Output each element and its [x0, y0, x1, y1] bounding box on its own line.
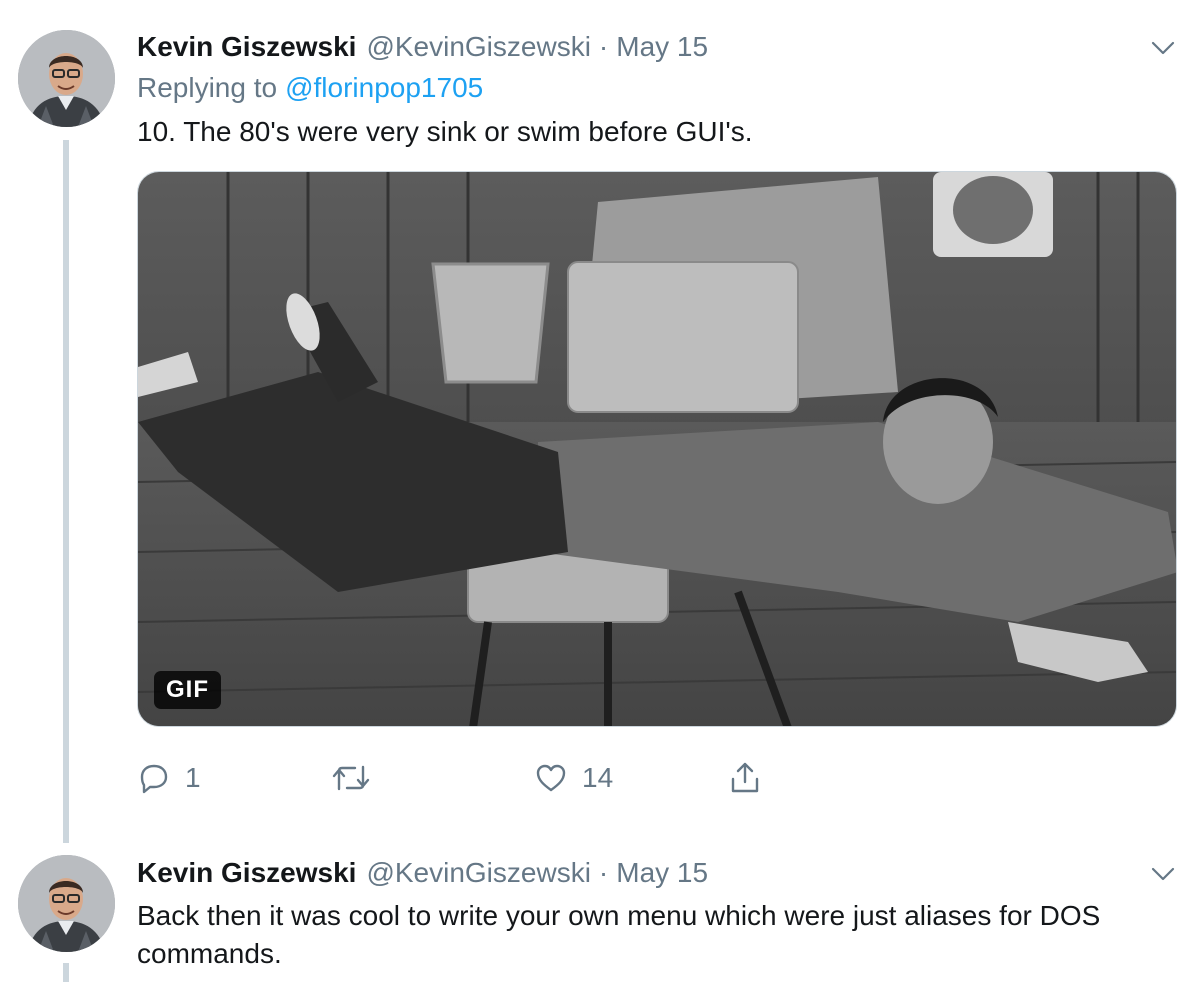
separator-dot: · — [598, 857, 609, 888]
author-handle[interactable]: @KevinGiszewski — [366, 31, 590, 63]
reply-icon — [137, 761, 171, 795]
replying-to: Replying to @florinpop1705 — [137, 72, 483, 104]
gif-badge: GIF — [154, 671, 221, 709]
tweet-date[interactable]: May 15 — [616, 857, 708, 889]
chevron-down-icon[interactable] — [1150, 38, 1176, 58]
author-name[interactable]: Kevin Giszewski — [137, 857, 356, 889]
chevron-down-icon[interactable] — [1150, 864, 1176, 884]
tweet-text: Back then it was cool to write your own … — [137, 900, 1101, 969]
author-handle[interactable]: @KevinGiszewski — [366, 857, 590, 889]
share-icon — [728, 760, 762, 796]
tweet-text: 10. The 80's were very sink or swim befo… — [137, 116, 753, 147]
tweet-date[interactable]: May 15 — [616, 31, 708, 63]
reply-button[interactable]: 1 — [137, 758, 201, 798]
reply-count: 1 — [185, 762, 201, 793]
separator-dot: · — [598, 31, 609, 62]
tweet-actions: 1 14 — [137, 758, 837, 798]
thread-connector-line-continuation — [63, 963, 69, 982]
gif-media[interactable]: GIF — [137, 171, 1177, 727]
replying-to-label: Replying to — [137, 72, 278, 103]
retweet-icon — [330, 761, 372, 795]
author-name[interactable]: Kevin Giszewski — [137, 31, 356, 63]
heart-icon — [534, 761, 568, 795]
avatar[interactable] — [18, 30, 115, 127]
tweet-header: Kevin Giszewski @KevinGiszewski · May 15 — [137, 855, 708, 891]
like-count: 14 — [582, 762, 614, 793]
avatar[interactable] — [18, 855, 115, 952]
gif-image — [138, 172, 1176, 726]
retweet-button[interactable] — [330, 758, 372, 798]
mention-link[interactable]: @florinpop1705 — [285, 72, 483, 103]
like-button[interactable]: 14 — [534, 758, 613, 798]
thread-connector-line — [63, 140, 69, 843]
share-button[interactable] — [728, 758, 762, 798]
tweet-header: Kevin Giszewski @KevinGiszewski · May 15 — [137, 29, 708, 65]
